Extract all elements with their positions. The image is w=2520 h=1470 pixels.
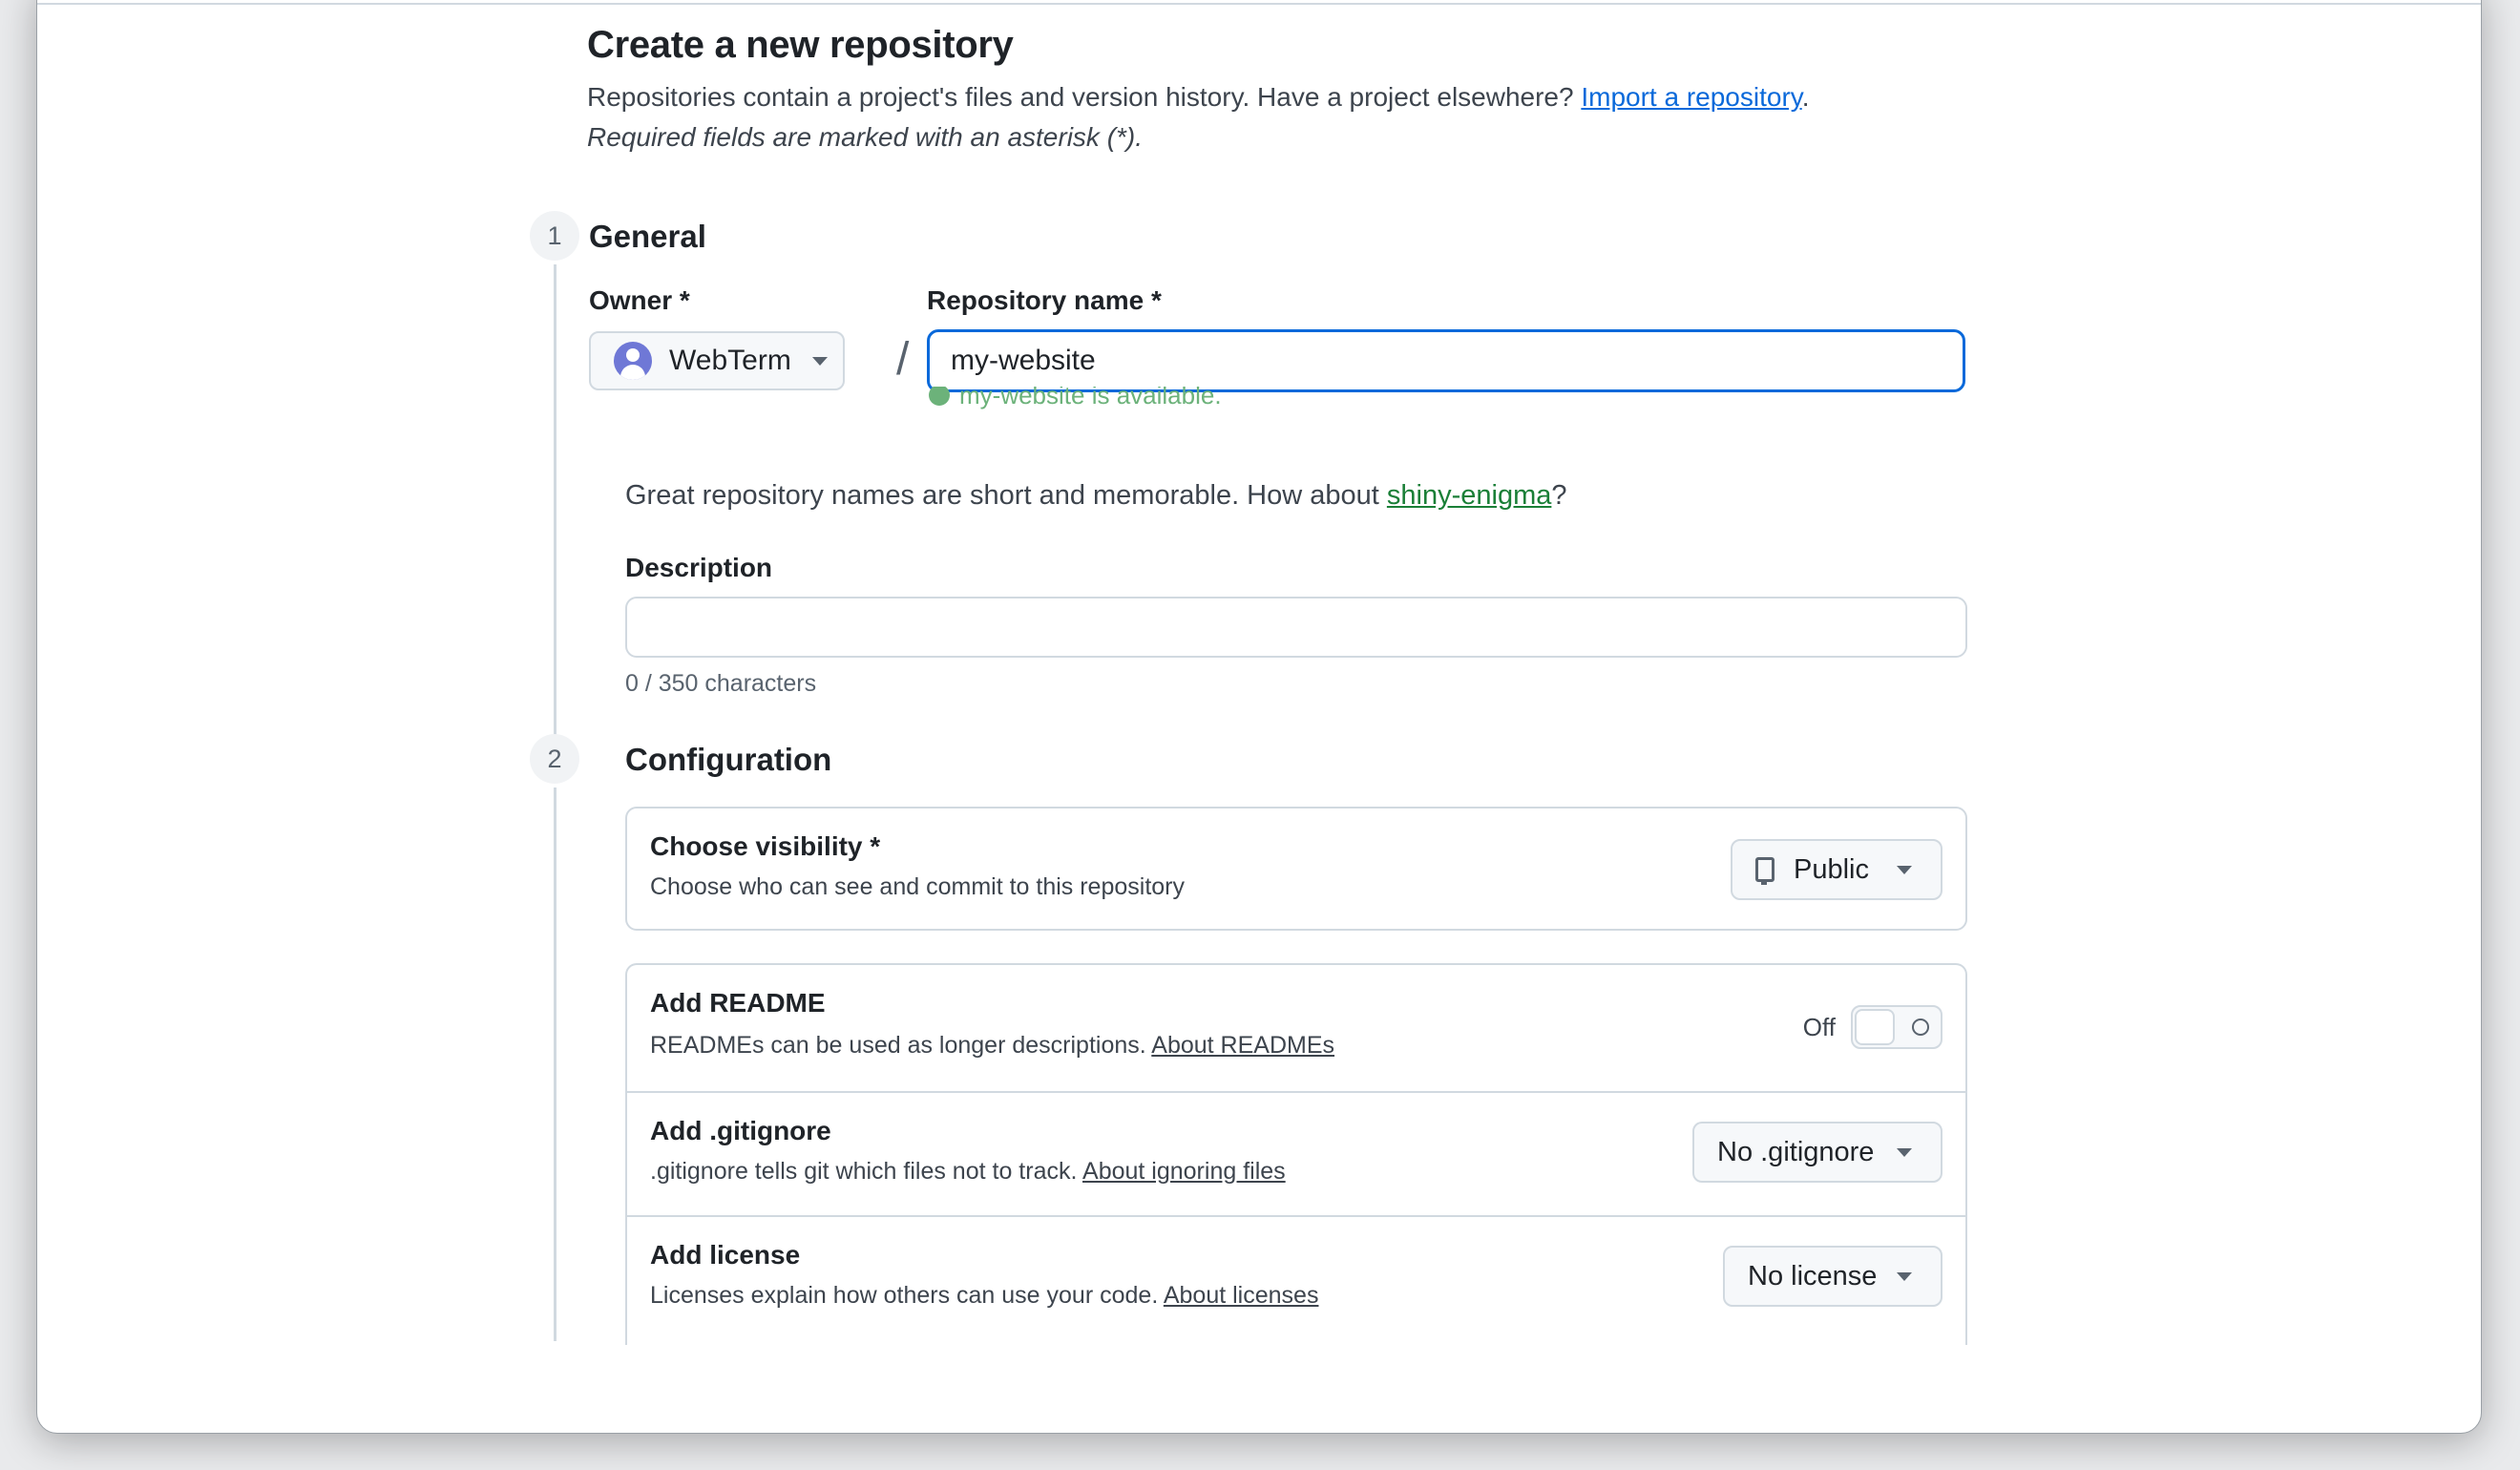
about-readmes-link[interactable]: About READMEs — [1151, 1032, 1334, 1059]
license-row: Add license Licenses explain how others … — [627, 1215, 1965, 1347]
browser-window: Create a new repository Repositories con… — [36, 0, 2482, 1434]
character-counter: 0 / 350 characters — [625, 670, 817, 697]
import-repository-link[interactable]: Import a repository — [1581, 82, 1801, 112]
readme-toggle[interactable] — [1851, 1005, 1942, 1049]
owner-dropdown[interactable]: WebTerm — [589, 331, 845, 390]
visibility-description: Choose who can see and commit to this re… — [650, 873, 1185, 900]
name-suggestion: Great repository names are short and mem… — [625, 480, 1567, 512]
step-1-marker: 1 — [530, 211, 579, 261]
availability-text: my-website is available. — [959, 387, 1222, 410]
gitignore-description: .gitignore tells git which files not to … — [650, 1158, 1286, 1186]
license-title: Add license — [650, 1240, 801, 1270]
readme-toggle-group: Off — [1803, 1005, 1942, 1049]
availability-message: my-website is available. — [929, 387, 1222, 410]
chevron-down-icon — [811, 356, 828, 366]
page-lead: Repositories contain a project's files a… — [587, 82, 1809, 113]
toggle-off-icon — [1912, 1018, 1929, 1036]
step-1-line — [554, 264, 556, 746]
new-repo-form: Create a new repository Repositories con… — [37, 1, 2481, 1433]
readme-description: READMEs can be used as longer descriptio… — [650, 1032, 1334, 1060]
avatar — [614, 342, 652, 380]
repo-name-label: Repository name * — [927, 285, 1162, 315]
chevron-down-icon — [1897, 1147, 1912, 1157]
license-description: Licenses explain how others can use your… — [650, 1282, 1318, 1310]
suggested-name-link[interactable]: shiny-enigma — [1387, 480, 1551, 511]
license-dropdown[interactable]: No license — [1723, 1246, 1942, 1307]
readme-row: Add README READMEs can be used as longer… — [627, 965, 1965, 1091]
repository-name-input[interactable] — [927, 329, 1965, 392]
gitignore-dropdown[interactable]: No .gitignore — [1692, 1122, 1942, 1183]
step-2-line — [554, 788, 556, 1341]
configuration-title: Configuration — [625, 742, 832, 777]
gitignore-title: Add .gitignore — [650, 1116, 831, 1145]
about-licenses-link[interactable]: About licenses — [1164, 1282, 1319, 1309]
step-2-marker: 2 — [530, 734, 579, 784]
readme-title: Add README — [650, 988, 826, 1018]
visibility-value: Public — [1794, 853, 1869, 885]
gitignore-desc-text: .gitignore tells git which files not to … — [650, 1158, 1078, 1185]
options-card: Add README READMEs can be used as longer… — [625, 963, 1967, 1345]
readme-desc-text: READMEs can be used as longer descriptio… — [650, 1032, 1146, 1059]
owner-separator: / — [896, 334, 910, 385]
description-label: Description — [625, 553, 773, 582]
required-note: Required fields are marked with an aster… — [587, 122, 1144, 152]
visibility-dropdown[interactable]: Public — [1731, 839, 1942, 900]
readme-toggle-label: Off — [1802, 1012, 1836, 1041]
check-circle-icon — [929, 387, 950, 406]
about-ignoring-files-link[interactable]: About ignoring files — [1082, 1158, 1286, 1185]
toggle-knob — [1855, 1009, 1895, 1045]
owner-name: WebTerm — [669, 345, 791, 376]
license-desc-text: Licenses explain how others can use your… — [650, 1282, 1159, 1309]
repo-icon — [1755, 857, 1774, 885]
lead-end: . — [1801, 82, 1810, 112]
visibility-card: Choose visibility * Choose who can see a… — [625, 807, 1967, 931]
visibility-title: Choose visibility * — [650, 831, 881, 861]
description-input[interactable] — [625, 597, 1967, 658]
suggestion-end: ? — [1551, 480, 1567, 511]
lead-text: Repositories contain a project's files a… — [587, 82, 1574, 112]
license-value: No license — [1748, 1260, 1878, 1292]
chevron-down-icon — [1897, 1271, 1912, 1281]
general-title: General — [589, 219, 706, 254]
page-title: Create a new repository — [587, 24, 1014, 66]
owner-label: Owner * — [589, 285, 690, 315]
gitignore-row: Add .gitignore .gitignore tells git whic… — [627, 1091, 1965, 1215]
gitignore-value: No .gitignore — [1717, 1136, 1875, 1167]
suggestion-text: Great repository names are short and mem… — [625, 480, 1379, 511]
chevron-down-icon — [1897, 865, 1912, 874]
